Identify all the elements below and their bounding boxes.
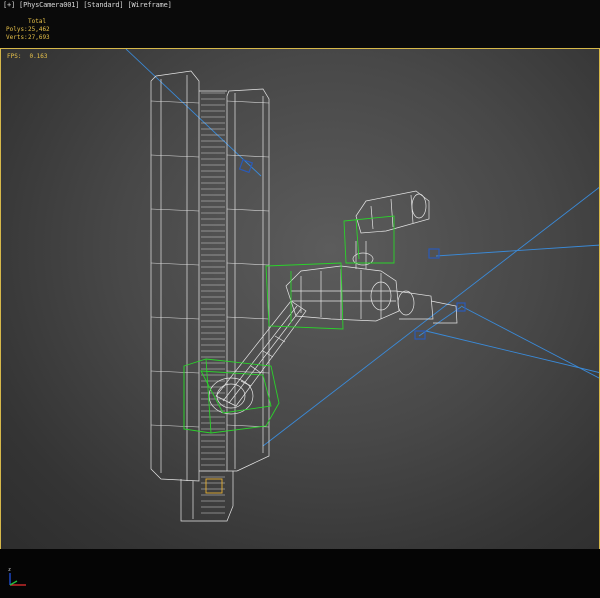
fps-value: 0.163 bbox=[29, 53, 48, 60]
fps-readout: FPS: 0.163 bbox=[7, 53, 48, 60]
axis-gizmo-icon: z bbox=[8, 567, 26, 586]
arm-wireframe bbox=[208, 190, 458, 415]
svg-text:z: z bbox=[8, 567, 11, 573]
verts-value: 27,693 bbox=[28, 34, 50, 41]
polys-label: Polys: bbox=[6, 26, 28, 33]
viewport-label-menu[interactable]: [+] [PhysCamera001] [Standard] [Wirefram… bbox=[3, 1, 172, 9]
verts-label: Verts: bbox=[6, 34, 28, 41]
viewport-header: [+] [PhysCamera001] [Standard] [Wirefram… bbox=[0, 0, 600, 48]
rail-wireframe bbox=[150, 70, 270, 522]
light-lines bbox=[125, 49, 599, 447]
stats-header: Total bbox=[28, 18, 47, 25]
polys-value: 25,462 bbox=[28, 26, 50, 33]
perspective-viewport[interactable]: FPS: 0.163 bbox=[0, 48, 600, 550]
light-icons bbox=[238, 158, 466, 340]
rail-segments bbox=[150, 100, 270, 428]
statistics-panel: Total Polys: 25,462 Verts: 27,693 bbox=[6, 18, 50, 42]
viewport-footer bbox=[0, 549, 600, 598]
fps-label: FPS: bbox=[7, 53, 22, 60]
selection-brackets bbox=[183, 215, 395, 494]
wireframe-scene[interactable] bbox=[1, 49, 599, 549]
ladder-rungs bbox=[201, 92, 225, 514]
